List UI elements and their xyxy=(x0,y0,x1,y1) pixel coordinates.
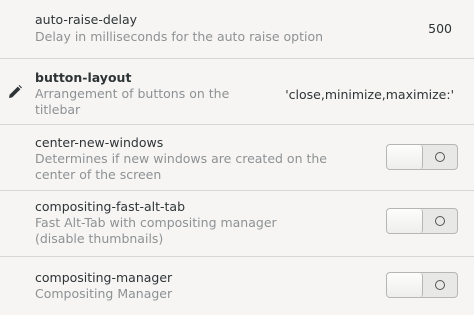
pencil-icon xyxy=(7,84,23,100)
setting-row-auto-raise-delay[interactable]: auto-raise-delay Delay in milliseconds f… xyxy=(0,0,474,59)
toggle-knob xyxy=(387,145,423,169)
toggle-off-indicator-icon xyxy=(435,280,445,290)
compositing-fast-alt-tab-toggle[interactable] xyxy=(386,208,458,234)
setting-row-button-layout[interactable]: button-layout Arrangement of buttons on … xyxy=(0,59,474,125)
setting-row-center-new-windows[interactable]: center-new-windows Determines if new win… xyxy=(0,125,474,191)
settings-list: auto-raise-delay Delay in milliseconds f… xyxy=(0,0,474,315)
setting-key: button-layout xyxy=(35,70,132,85)
toggle-off-indicator-icon xyxy=(435,216,445,226)
setting-description-line-2: titlebar xyxy=(35,102,81,117)
compositing-manager-toggle[interactable] xyxy=(386,272,458,298)
setting-value[interactable]: 500 xyxy=(428,20,452,37)
setting-key: auto-raise-delay xyxy=(35,12,138,27)
toggle-knob xyxy=(387,209,423,233)
setting-text: auto-raise-delay Delay in milliseconds f… xyxy=(35,11,474,45)
setting-value[interactable]: 'close,minimize,maximize:' xyxy=(285,86,454,103)
toggle-off-indicator-icon xyxy=(435,152,445,162)
setting-row-compositing-fast-alt-tab[interactable]: compositing-fast-alt-tab Fast Alt-Tab wi… xyxy=(0,191,474,257)
setting-description: Delay in milliseconds for the auto raise… xyxy=(35,29,324,44)
toggle-knob xyxy=(387,273,423,297)
setting-row-compositing-manager[interactable]: compositing-manager Compositing Manager xyxy=(0,257,474,315)
center-new-windows-toggle[interactable] xyxy=(386,144,458,170)
